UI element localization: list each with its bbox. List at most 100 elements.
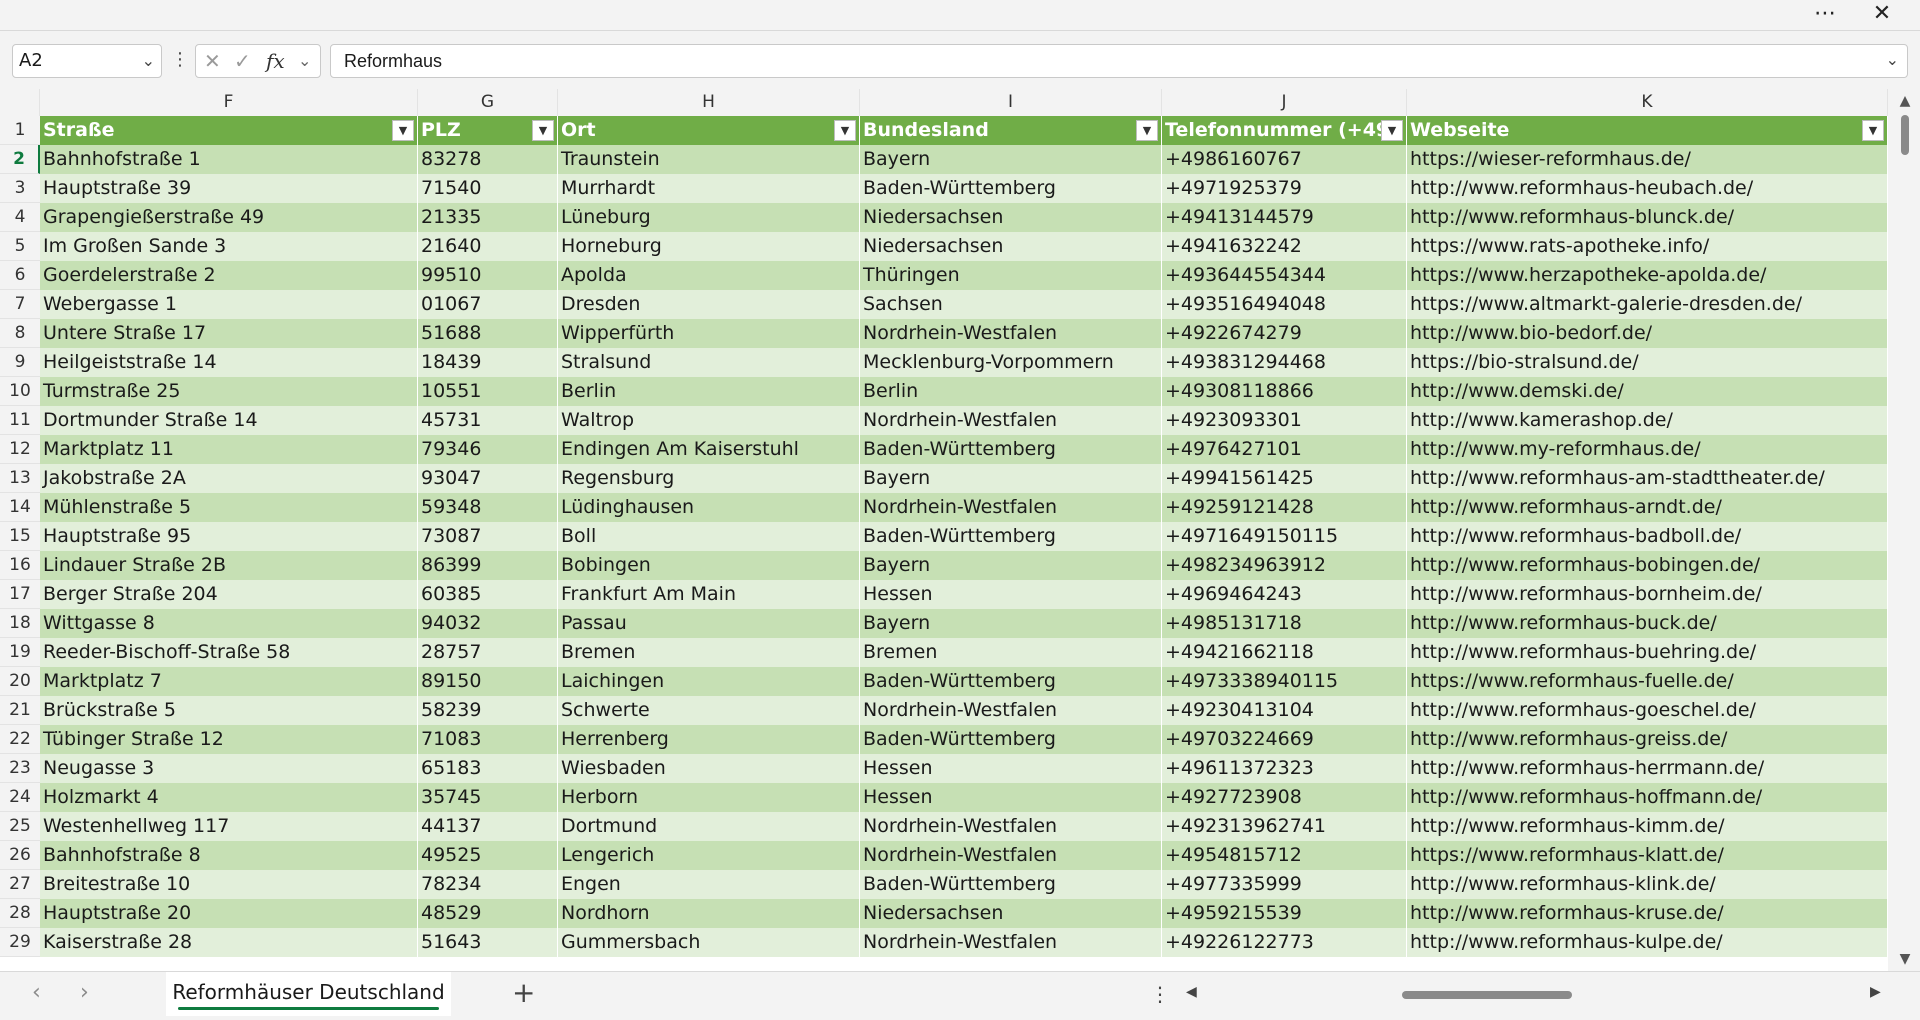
table-cell[interactable]: Baden-Württemberg bbox=[860, 870, 1162, 899]
table-cell[interactable]: +49941561425 bbox=[1162, 464, 1407, 493]
horizontal-scroll-thumb[interactable] bbox=[1402, 991, 1572, 999]
table-cell[interactable]: 65183 bbox=[418, 754, 558, 783]
table-cell[interactable]: 44137 bbox=[418, 812, 558, 841]
name-box[interactable]: A2 ⌄ bbox=[12, 44, 162, 78]
table-cell[interactable]: Untere Straße 17 bbox=[40, 319, 418, 348]
table-cell[interactable]: Brückstraße 5 bbox=[40, 696, 418, 725]
table-cell[interactable]: Breitestraße 10 bbox=[40, 870, 418, 899]
table-cell[interactable]: http://www.reformhaus-blunck.de/ bbox=[1407, 203, 1888, 232]
table-cell[interactable]: Tübinger Straße 12 bbox=[40, 725, 418, 754]
row-header[interactable]: 24 bbox=[0, 783, 40, 812]
table-cell[interactable]: Niedersachsen bbox=[860, 203, 1162, 232]
table-cell[interactable]: 51643 bbox=[418, 928, 558, 957]
table-cell[interactable]: Bayern bbox=[860, 551, 1162, 580]
table-cell[interactable]: Baden-Württemberg bbox=[860, 725, 1162, 754]
table-cell[interactable]: Jakobstraße 2A bbox=[40, 464, 418, 493]
table-cell[interactable]: Reeder-Bischoff-Straße 58 bbox=[40, 638, 418, 667]
table-cell[interactable]: http://www.my-reformhaus.de/ bbox=[1407, 435, 1888, 464]
table-cell[interactable]: Nordrhein-Westfalen bbox=[860, 493, 1162, 522]
filter-dropdown-icon[interactable]: ▼ bbox=[392, 120, 414, 141]
row-header[interactable]: 28 bbox=[0, 899, 40, 928]
table-cell[interactable]: Endingen Am Kaiserstuhl bbox=[558, 435, 860, 464]
table-cell[interactable]: http://www.reformhaus-kulpe.de/ bbox=[1407, 928, 1888, 957]
table-cell[interactable]: Bahnhofstraße 1 bbox=[40, 145, 418, 174]
table-cell[interactable]: Marktplatz 11 bbox=[40, 435, 418, 464]
table-cell[interactable]: +4973338940115 bbox=[1162, 667, 1407, 696]
row-header[interactable]: 4 bbox=[0, 203, 40, 232]
table-cell[interactable]: 73087 bbox=[418, 522, 558, 551]
table-cell[interactable]: Holzmarkt 4 bbox=[40, 783, 418, 812]
table-cell[interactable]: +4985131718 bbox=[1162, 609, 1407, 638]
header-cell[interactable]: Telefonnummer (+49) ▼ bbox=[1162, 116, 1407, 145]
table-cell[interactable]: +4986160767 bbox=[1162, 145, 1407, 174]
table-cell[interactable]: Nordrhein-Westfalen bbox=[860, 319, 1162, 348]
column-header[interactable]: H bbox=[558, 89, 860, 116]
table-cell[interactable]: Murrhardt bbox=[558, 174, 860, 203]
table-cell[interactable]: http://www.reformhaus-greiss.de/ bbox=[1407, 725, 1888, 754]
table-cell[interactable]: Webergasse 1 bbox=[40, 290, 418, 319]
scroll-down-icon[interactable]: ▼ bbox=[1896, 951, 1914, 967]
table-cell[interactable]: Niedersachsen bbox=[860, 899, 1162, 928]
table-cell[interactable]: Wittgasse 8 bbox=[40, 609, 418, 638]
table-cell[interactable]: Berlin bbox=[860, 377, 1162, 406]
table-cell[interactable]: +493516494048 bbox=[1162, 290, 1407, 319]
row-header[interactable]: 1 bbox=[0, 116, 40, 145]
table-cell[interactable]: Hessen bbox=[860, 783, 1162, 812]
check-icon[interactable]: ✓ bbox=[234, 45, 251, 77]
row-header[interactable]: 9 bbox=[0, 348, 40, 377]
table-cell[interactable]: http://www.reformhaus-buck.de/ bbox=[1407, 609, 1888, 638]
table-cell[interactable]: Boll bbox=[558, 522, 860, 551]
row-header[interactable]: 8 bbox=[0, 319, 40, 348]
filter-dropdown-icon[interactable]: ▼ bbox=[532, 120, 554, 141]
table-cell[interactable]: +4971649150115 bbox=[1162, 522, 1407, 551]
row-header[interactable]: 2 bbox=[0, 145, 40, 174]
table-cell[interactable]: 78234 bbox=[418, 870, 558, 899]
table-cell[interactable]: Gummersbach bbox=[558, 928, 860, 957]
row-header[interactable]: 22 bbox=[0, 725, 40, 754]
row-header[interactable]: 5 bbox=[0, 232, 40, 261]
row-header[interactable]: 26 bbox=[0, 841, 40, 870]
header-cell[interactable]: PLZ ▼ bbox=[418, 116, 558, 145]
row-header[interactable]: 19 bbox=[0, 638, 40, 667]
table-cell[interactable]: +49703224669 bbox=[1162, 725, 1407, 754]
table-cell[interactable]: 59348 bbox=[418, 493, 558, 522]
table-cell[interactable]: 86399 bbox=[418, 551, 558, 580]
table-cell[interactable]: Dresden bbox=[558, 290, 860, 319]
table-cell[interactable]: Goerdelerstraße 2 bbox=[40, 261, 418, 290]
filter-dropdown-icon[interactable]: ▼ bbox=[1381, 120, 1403, 141]
sheet-options-icon[interactable]: ⋮ bbox=[1150, 982, 1170, 1006]
vertical-scroll-thumb[interactable] bbox=[1901, 115, 1909, 155]
table-cell[interactable]: 18439 bbox=[418, 348, 558, 377]
row-header[interactable]: 20 bbox=[0, 667, 40, 696]
table-cell[interactable]: 10551 bbox=[418, 377, 558, 406]
table-cell[interactable]: Laichingen bbox=[558, 667, 860, 696]
table-cell[interactable]: Baden-Württemberg bbox=[860, 174, 1162, 203]
table-cell[interactable]: Nordrhein-Westfalen bbox=[860, 696, 1162, 725]
table-cell[interactable]: Neugasse 3 bbox=[40, 754, 418, 783]
table-cell[interactable]: http://www.reformhaus-arndt.de/ bbox=[1407, 493, 1888, 522]
filter-dropdown-icon[interactable]: ▼ bbox=[1862, 120, 1884, 141]
table-cell[interactable]: 45731 bbox=[418, 406, 558, 435]
table-cell[interactable]: Baden-Württemberg bbox=[860, 435, 1162, 464]
table-cell[interactable]: http://www.kamerashop.de/ bbox=[1407, 406, 1888, 435]
table-cell[interactable]: Dortmund bbox=[558, 812, 860, 841]
column-header[interactable]: F bbox=[40, 89, 418, 116]
table-cell[interactable]: http://www.reformhaus-bobingen.de/ bbox=[1407, 551, 1888, 580]
table-cell[interactable]: Bayern bbox=[860, 145, 1162, 174]
table-cell[interactable]: http://www.reformhaus-klink.de/ bbox=[1407, 870, 1888, 899]
table-cell[interactable]: Wipperfürth bbox=[558, 319, 860, 348]
horizontal-scrollbar[interactable]: ◀ ▶ bbox=[1184, 984, 1884, 1004]
table-cell[interactable]: http://www.reformhaus-heubach.de/ bbox=[1407, 174, 1888, 203]
table-cell[interactable]: Bayern bbox=[860, 609, 1162, 638]
row-header[interactable]: 14 bbox=[0, 493, 40, 522]
table-cell[interactable]: Kaiserstraße 28 bbox=[40, 928, 418, 957]
table-cell[interactable]: +49421662118 bbox=[1162, 638, 1407, 667]
table-cell[interactable]: Niedersachsen bbox=[860, 232, 1162, 261]
table-cell[interactable]: Grapengießerstraße 49 bbox=[40, 203, 418, 232]
formula-bar-options-icon[interactable]: ⋮ bbox=[171, 43, 189, 77]
table-cell[interactable]: Berger Straße 204 bbox=[40, 580, 418, 609]
table-cell[interactable]: http://www.reformhaus-kimm.de/ bbox=[1407, 812, 1888, 841]
table-cell[interactable]: 28757 bbox=[418, 638, 558, 667]
table-cell[interactable]: https://www.herzapotheke-apolda.de/ bbox=[1407, 261, 1888, 290]
table-cell[interactable]: http://www.reformhaus-bornheim.de/ bbox=[1407, 580, 1888, 609]
